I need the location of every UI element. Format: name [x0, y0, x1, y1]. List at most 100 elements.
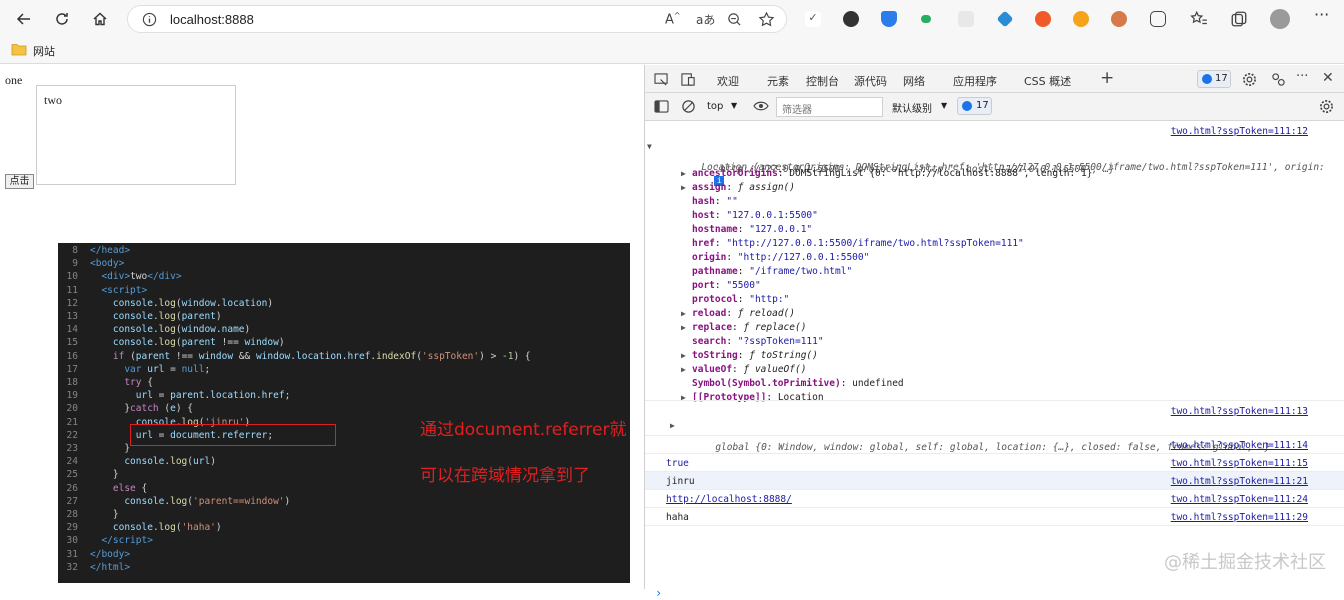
tab-1[interactable]: 元素 [767, 73, 789, 89]
sidebar-toggle-icon[interactable] [654, 100, 669, 113]
click-button[interactable]: 点击 [5, 174, 34, 189]
code-line: url = parent.location.href; [135, 390, 291, 402]
highlight-box [130, 424, 336, 446]
console-issues-badge[interactable]: 17 [957, 97, 992, 115]
code-line: </body> [90, 548, 131, 560]
live-expression-eye-icon[interactable] [753, 100, 769, 112]
collapsed-triangle-icon[interactable]: ▶ [681, 323, 686, 332]
collapsed-triangle-icon[interactable]: ▶ [681, 169, 686, 178]
property-value: "5500" [726, 280, 761, 291]
add-tab-icon[interactable]: + [1100, 68, 1114, 88]
extension-icon-7[interactable] [1035, 11, 1051, 27]
extension-icon-2[interactable] [843, 11, 859, 27]
tab-5[interactable]: 应用程序 [953, 73, 997, 89]
log-text: haha [666, 512, 689, 523]
tab-4[interactable]: 网络 [903, 73, 925, 89]
source-link[interactable]: two.html?sspToken=111:21 [1171, 476, 1308, 487]
property-row[interactable]: ▶ toString: ƒ toString() [681, 350, 1344, 361]
property-row[interactable]: href: "http://127.0.0.1:5500/iframe/two.… [692, 238, 1344, 249]
tab-6[interactable]: CSS 概述 [1024, 73, 1071, 89]
clear-console-icon[interactable] [681, 99, 696, 114]
extension-icon-6[interactable] [996, 10, 1014, 28]
collapsed-triangle-icon[interactable]: ▶ [681, 309, 686, 318]
collapsed-triangle-icon[interactable]: ▶ [670, 421, 675, 430]
extension-icon-4[interactable] [921, 15, 931, 23]
connections-icon[interactable] [1271, 72, 1286, 87]
tab-0[interactable]: 欢迎 [717, 73, 739, 89]
extensions-puzzle-icon[interactable] [1150, 11, 1166, 27]
collapsed-triangle-icon[interactable]: ▶ [681, 365, 686, 374]
address-bar[interactable]: localhost:8888 A^ aあ [127, 5, 787, 33]
console-prompt[interactable]: › [655, 586, 662, 600]
home-button[interactable] [88, 7, 112, 31]
source-link[interactable]: two.html?sspToken=111:15 [1171, 458, 1308, 469]
close-devtools-icon[interactable]: ✕ [1322, 70, 1334, 86]
translate-icon[interactable]: aあ [696, 11, 715, 28]
source-link[interactable]: two.html?sspToken=111:13 [1171, 406, 1308, 417]
property-row[interactable]: pathname: "/iframe/two.html" [692, 266, 1344, 277]
context-value: top [707, 101, 724, 112]
extension-icon-5[interactable] [958, 11, 974, 27]
expand-triangle-icon[interactable]: ▼ [647, 142, 652, 151]
property-row[interactable]: search: "?sspToken=111" [692, 336, 1344, 347]
code-line: <div>two</div> [101, 271, 182, 283]
back-arrow-icon [16, 13, 30, 25]
property-row[interactable]: protocol: "http:" [692, 294, 1344, 305]
favorite-add-icon[interactable] [758, 11, 775, 28]
property-row[interactable]: ▶ valueOf: ƒ valueOf() [681, 364, 1344, 375]
tab-3[interactable]: 源代码 [854, 73, 887, 89]
read-aloud-icon[interactable]: A^ [665, 11, 681, 27]
property-row[interactable]: ▶ reload: ƒ reload() [681, 308, 1344, 319]
property-row[interactable]: hash: "" [692, 196, 1344, 207]
source-link[interactable]: two.html?sspToken=111:29 [1171, 512, 1308, 523]
property-value: Location [777, 392, 824, 403]
folder-icon [11, 44, 27, 56]
log-line: true two.html?sspToken=111:15 [645, 454, 1344, 472]
property-row[interactable]: ▶ ancestorOrigins: DOMStringList {0: 'htt… [681, 168, 1344, 179]
property-row[interactable]: origin: "http://127.0.0.1:5500" [692, 252, 1344, 263]
more-menu-icon[interactable]: ··· [1314, 5, 1329, 24]
line-number: 15 [66, 337, 78, 349]
source-link[interactable]: two.html?sspToken=111:12 [1171, 126, 1308, 137]
collapsed-triangle-icon[interactable]: ▶ [681, 351, 686, 360]
device-emulation-icon[interactable] [681, 72, 696, 87]
issues-icon [962, 101, 972, 111]
line-number: 32 [66, 561, 78, 573]
source-link[interactable]: two.html?sspToken=111:14 [1171, 440, 1308, 451]
property-row[interactable]: ▶ [[Prototype]]: Location [681, 392, 1344, 403]
refresh-button[interactable] [50, 7, 74, 31]
back-button[interactable] [12, 7, 36, 31]
issues-badge[interactable]: 17 [1197, 70, 1231, 88]
property-row[interactable]: ▶ assign: ƒ assign() [681, 182, 1344, 193]
line-number: 9 [72, 258, 78, 270]
context-select[interactable]: top ▼ [703, 97, 745, 117]
code-line: </head> [90, 245, 131, 256]
source-link[interactable]: two.html?sspToken=111:24 [1171, 494, 1308, 505]
extension-icon-8[interactable] [1073, 11, 1089, 27]
collapsed-triangle-icon[interactable]: ▶ [681, 183, 686, 192]
bookmark-folder-label[interactable]: 网站 [33, 43, 55, 59]
property-row[interactable]: port: "5500" [692, 280, 1344, 291]
extension-icon-3[interactable] [881, 11, 897, 27]
console-settings-icon[interactable] [1319, 99, 1334, 114]
extension-icon-1[interactable]: ✓ [805, 11, 821, 27]
collections-icon[interactable] [1230, 10, 1248, 28]
property-row[interactable]: host: "127.0.0.1:5500" [692, 210, 1344, 221]
filter-input[interactable]: 筛选器 [776, 97, 883, 117]
log-level-value: 默认级别 [892, 104, 932, 115]
log-text: jinru [666, 476, 695, 487]
watermark: @稀土掘金技术社区 [1164, 552, 1326, 573]
inspect-element-icon[interactable] [654, 73, 669, 86]
property-row[interactable]: Symbol(Symbol.toPrimitive): undefined [692, 378, 1344, 389]
devtools-more-icon[interactable]: ··· [1296, 69, 1308, 84]
log-text[interactable]: http://localhost:8888/ [666, 494, 792, 505]
line-number: 14 [66, 324, 78, 336]
settings-gear-icon[interactable] [1242, 72, 1257, 87]
profile-avatar[interactable] [1270, 9, 1290, 29]
property-row[interactable]: ▶ replace: ƒ replace() [681, 322, 1344, 333]
property-row[interactable]: hostname: "127.0.0.1" [692, 224, 1344, 235]
log-level-select[interactable]: 默认级别 ▼ [889, 97, 949, 117]
favorites-icon[interactable] [1190, 10, 1208, 28]
zoom-out-icon[interactable] [727, 12, 742, 27]
extension-icon-9[interactable] [1111, 11, 1127, 27]
